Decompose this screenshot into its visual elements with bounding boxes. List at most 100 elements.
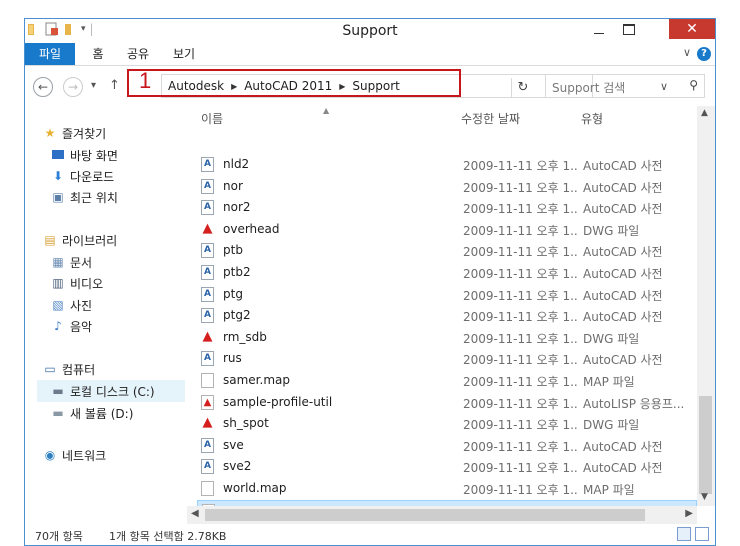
item-count: 70개 항목 [35, 530, 83, 543]
file-row[interactable]: Anor 2009-11-11 오후 1... AutoCAD 사전 [197, 176, 697, 197]
file-row[interactable]: Aptb 2009-11-11 오후 1... AutoCAD 사전 [197, 240, 697, 261]
sidebar-item-volume-d[interactable]: ▬ 새 볼륨 (D:) [51, 402, 133, 424]
file-name: sve2 [223, 459, 252, 474]
file-row[interactable]: Arus 2009-11-11 오후 1... AutoCAD 사전 [197, 348, 697, 369]
minimize-icon [594, 32, 604, 34]
file-list: ▲ 이름 수정한 날짜 유형 Anld2 2009-11-11 오후 1... Au… [187, 106, 715, 526]
file-date: 2009-11-11 오후 1... [463, 418, 579, 433]
file-name: ptg [223, 286, 243, 301]
sidebar-item-label: 문서 [70, 255, 93, 270]
sidebar-item-computer[interactable]: ▭ 컴퓨터 [43, 358, 95, 380]
file-name: sve [223, 437, 244, 452]
file-type: MAP 파일 [583, 483, 635, 497]
up-arrow-icon[interactable]: ↑ [109, 78, 120, 93]
autocad-dictionary-icon: A [201, 200, 214, 216]
column-header-type[interactable]: 유형 [581, 110, 603, 127]
file-name: overhead [223, 221, 280, 236]
forward-button[interactable]: → [63, 77, 83, 97]
sidebar-item-local-disk-c[interactable]: ▬ 로컬 디스크 (C:) [37, 380, 185, 402]
map-file-icon [201, 373, 214, 388]
file-row[interactable]: Aptb2 2009-11-11 오후 1... AutoCAD 사전 [197, 262, 697, 283]
help-icon[interactable]: ? [697, 47, 711, 61]
column-header-name[interactable]: 이름 [201, 110, 223, 127]
file-type: MAP 파일 [583, 375, 635, 389]
sidebar-item-pictures[interactable]: ▧ 사진 [51, 294, 92, 316]
tab-home[interactable]: 홈 [85, 43, 111, 65]
minimize-button[interactable] [585, 19, 613, 39]
file-type: AutoCAD 사전 [583, 461, 663, 476]
file-date: 2009-11-11 오후 1... [463, 223, 579, 238]
sidebar-item-recent[interactable]: ▣ 최근 위치 [51, 186, 118, 208]
file-date: 2009-11-11 오후 1... [463, 267, 579, 281]
file-row[interactable]: Anld2 2009-11-11 오후 1... AutoCAD 사전 [197, 154, 697, 175]
file-row[interactable]: samer.map 2009-11-11 오후 1... MAP 파일 [197, 370, 697, 391]
file-name: world.map [223, 481, 287, 495]
recent-places-icon: ▣ [52, 190, 64, 204]
file-name: ptb [223, 243, 243, 258]
vertical-scrollbar[interactable]: ▲ ▼ [697, 106, 715, 506]
file-date: 2009-11-11 오후 1... [463, 396, 579, 411]
close-button[interactable]: ✕ [669, 19, 715, 39]
large-icons-view-icon[interactable] [695, 527, 709, 541]
file-row[interactable]: Anor2 2009-11-11 오후 1... AutoCAD 사전 [197, 197, 697, 218]
file-row[interactable]: ▲ sh_spot 2009-11-11 오후 1... DWG 파일 [197, 413, 697, 434]
file-row[interactable]: world.map 2009-11-11 오후 1... MAP 파일 [197, 478, 697, 499]
file-type: AutoCAD 사전 [583, 180, 663, 195]
tab-file[interactable]: 파일 [25, 43, 75, 65]
scroll-thumb[interactable] [699, 396, 712, 494]
file-row[interactable]: Asve2 2009-11-11 오후 1... AutoCAD 사전 [197, 456, 697, 477]
file-row[interactable]: ▲ overhead 2009-11-11 오후 1... DWG 파일 [197, 219, 697, 240]
scroll-right-icon[interactable]: ▶ [685, 508, 693, 519]
sidebar-item-label: 네트워크 [62, 448, 107, 463]
sidebar-item-label: 사진 [70, 298, 93, 313]
file-name: rm_sdb [223, 329, 267, 344]
sidebar-item-videos[interactable]: ▥ 비디오 [51, 272, 103, 294]
sidebar-item-label: 음악 [70, 319, 93, 334]
file-row[interactable]: ▲ rm_sdb 2009-11-11 오후 1... DWG 파일 [197, 327, 697, 348]
sidebar-item-music[interactable]: ♪ 음악 [51, 315, 92, 337]
music-icon: ♪ [54, 319, 62, 333]
file-row[interactable]: ▲ sample-profile-util 2009-11-11 오후 1... Au… [197, 392, 697, 413]
file-date: 2009-11-11 오후 1... [463, 331, 579, 346]
file-row[interactable]: Asve 2009-11-11 오후 1... AutoCAD 사전 [197, 435, 697, 456]
scroll-up-icon[interactable]: ▲ [701, 108, 708, 118]
scroll-thumb[interactable] [205, 509, 645, 521]
sidebar-item-label: 새 볼륨 (D:) [70, 406, 134, 421]
map-file-icon [201, 481, 214, 496]
file-name: nld2 [223, 157, 250, 171]
forward-arrow-icon: → [67, 80, 79, 94]
sidebar-item-downloads[interactable]: ⬇ 다운로드 [51, 165, 114, 187]
sidebar-item-network[interactable]: ◉ 네트워크 [43, 444, 106, 466]
scroll-down-icon[interactable]: ▼ [701, 492, 708, 502]
autocad-dictionary-icon: A [201, 243, 214, 259]
file-type: AutoCAD 사전 [583, 159, 663, 173]
search-input[interactable]: Support 검색 ⚲ [545, 74, 705, 98]
details-view-icon[interactable] [677, 527, 691, 541]
file-name: sh_spot [223, 416, 269, 431]
sidebar-item-desktop[interactable]: 바탕 화면 [51, 144, 118, 166]
back-button[interactable]: ← [33, 77, 53, 97]
horizontal-scrollbar[interactable]: ◀ ▶ [187, 506, 697, 524]
file-row[interactable]: Aptg2 2009-11-11 오후 1... AutoCAD 사전 [197, 305, 697, 326]
file-type: AutoCAD 사전 [583, 267, 663, 281]
drive-icon: ▬ [52, 406, 64, 420]
file-date: 2009-11-11 오후 1... [463, 353, 579, 368]
sidebar-item-documents[interactable]: ▦ 문서 [51, 251, 92, 273]
maximize-icon [623, 23, 635, 35]
recent-locations-icon[interactable]: ▾ [91, 80, 96, 91]
ribbon-expand-icon[interactable]: ∨ [683, 46, 691, 59]
tab-share[interactable]: 공유 [121, 43, 155, 65]
file-row[interactable]: Aptg 2009-11-11 오후 1... AutoCAD 사전 [197, 284, 697, 305]
maximize-button[interactable] [615, 19, 643, 39]
sidebar-item-label: 최근 위치 [70, 190, 118, 205]
sidebar-item-favorites[interactable]: ★ 즐겨찾기 [43, 122, 107, 144]
autocad-dictionary-icon: A [201, 308, 214, 324]
file-name: sample-profile-util [223, 394, 333, 409]
file-date: 2009-11-11 오후 1... [463, 375, 579, 389]
column-header-date[interactable]: 수정한 날짜 [461, 110, 520, 127]
refresh-button[interactable]: ↻ [511, 78, 534, 98]
tab-view[interactable]: 보기 [167, 43, 201, 65]
sidebar-item-libraries[interactable]: ▤ 라이브러리 [43, 229, 117, 251]
scroll-left-icon[interactable]: ◀ [191, 508, 199, 519]
file-date: 2009-11-11 오후 1... [463, 483, 579, 497]
